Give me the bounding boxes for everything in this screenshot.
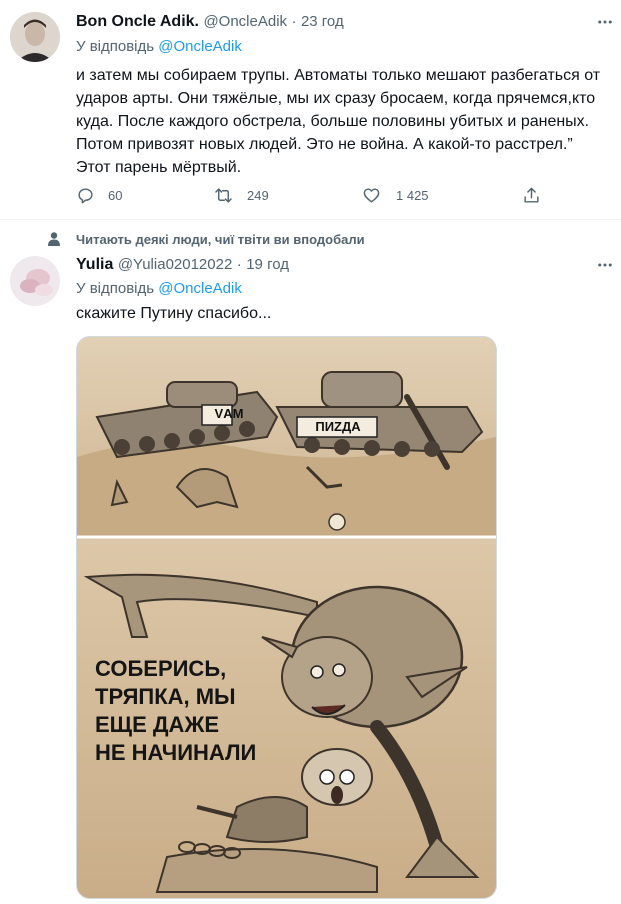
caption-line: СОБЕРИСЬ, — [95, 656, 227, 681]
reply-prefix: У відповідь — [76, 280, 155, 297]
more-options-button[interactable] — [596, 13, 614, 36]
reply-to-link[interactable]: @OncleAdik — [158, 280, 242, 297]
tweet-time[interactable]: 23 год — [301, 13, 344, 30]
cartoon-illustration — [77, 337, 496, 898]
reply-count: 60 — [108, 188, 123, 203]
reply-icon — [78, 188, 93, 204]
avatar-photo — [10, 256, 60, 306]
like-button[interactable]: 1 425 — [362, 186, 429, 205]
reply-button[interactable]: 60 — [76, 186, 122, 205]
caption-line: НЕ НАЧИНАЛИ — [95, 740, 257, 765]
tweet-media-image[interactable]: VАМ ПИZДА СОБЕРИСЬ, ТРЯПКА, МЫ ЕЩЕ ДАЖЕ … — [76, 336, 497, 899]
author-name[interactable]: Yulia — [76, 256, 113, 273]
image-caption: СОБЕРИСЬ, ТРЯПКА, МЫ ЕЩЕ ДАЖЕ НЕ НАЧИНАЛ… — [95, 655, 256, 767]
avatar-photo — [10, 12, 60, 62]
tank-left-label: VАМ — [214, 406, 244, 421]
more-horizontal-icon — [598, 263, 612, 267]
separator-dot: · — [291, 13, 297, 30]
retweet-button[interactable]: 249 — [214, 186, 269, 205]
person-icon — [46, 231, 62, 247]
reply-context: У відповідь @OncleAdik — [76, 280, 242, 297]
caption-line: ЕЩЕ ДАЖЕ — [95, 712, 219, 737]
like-icon — [363, 188, 380, 203]
tweet-text: скажите Путину спасибо... — [76, 305, 272, 322]
social-context[interactable]: Читають деякі люди, чиї твіти ви вподоба… — [76, 232, 365, 247]
retweet-icon — [215, 188, 232, 203]
reply-context: У відповідь @OncleAdik — [76, 38, 242, 55]
tweet-time[interactable]: 19 год — [246, 256, 289, 273]
caption-line: ТРЯПКА, МЫ — [95, 684, 236, 709]
more-options-button[interactable] — [596, 256, 614, 279]
share-button[interactable] — [522, 186, 541, 205]
more-horizontal-icon — [598, 20, 612, 24]
separator-dot: · — [236, 256, 242, 273]
retweet-count: 249 — [247, 188, 269, 203]
author-name[interactable]: Bon Oncle Adik. — [76, 13, 199, 30]
share-icon — [524, 187, 539, 203]
tweet-text: и затем мы собираем трупы. Автоматы толь… — [76, 67, 601, 176]
author-avatar[interactable] — [10, 256, 60, 306]
tweet1-header: Bon Oncle Adik. @OncleAdik · 23 год — [76, 13, 344, 31]
tank-right-label: ПИZДА — [315, 419, 361, 434]
like-count: 1 425 — [396, 188, 429, 203]
tweet-divider — [0, 219, 621, 220]
author-avatar[interactable] — [10, 12, 60, 62]
reply-prefix: У відповідь — [76, 38, 155, 55]
reply-to-link[interactable]: @OncleAdik — [158, 38, 242, 55]
author-handle[interactable]: @OncleAdik — [203, 13, 287, 30]
tweet2-header: Yulia @Yulia02012022 · 19 год — [76, 256, 289, 274]
author-handle[interactable]: @Yulia02012022 — [118, 256, 233, 273]
